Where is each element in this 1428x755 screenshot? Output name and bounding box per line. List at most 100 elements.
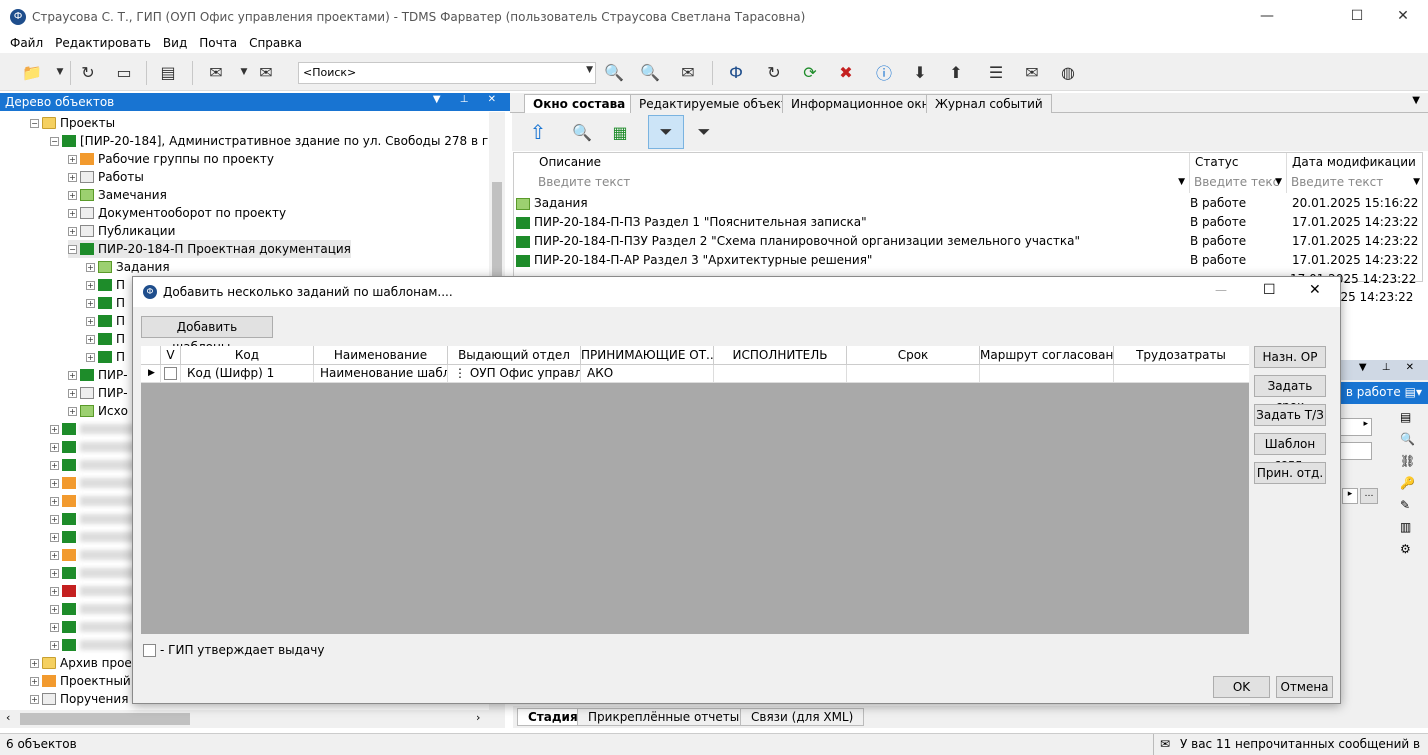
cell-receiving-depts[interactable]: АКО <box>581 365 714 383</box>
chat-icon[interactable]: ☰ <box>984 61 1008 83</box>
cell-issuing-dept[interactable]: ⋮ ОУП Офис управле <box>448 365 581 383</box>
ok-button[interactable]: OK <box>1213 676 1270 698</box>
set-labor-button[interactable]: Задать Т/З <box>1254 404 1326 426</box>
tree-item[interactable]: + <box>50 618 140 636</box>
tree-item-publications[interactable]: + Публикации <box>68 222 175 240</box>
menu-edit[interactable]: Редактировать <box>49 36 157 50</box>
tab-xml-links[interactable]: Связи (для XML) <box>740 708 865 726</box>
tree-item[interactable]: + П <box>86 348 125 366</box>
combo-field[interactable]: ▸ <box>1338 418 1372 436</box>
tree-item-work-groups[interactable]: + Рабочие группы по проекту <box>68 150 274 168</box>
book-icon[interactable]: ▥ <box>1400 520 1411 534</box>
column-approval-route[interactable]: Маршрут согласован... <box>980 346 1114 365</box>
tree-item[interactable]: + ПИР- <box>68 366 128 384</box>
refresh-icon[interactable]: ↻ <box>76 61 100 83</box>
tree-item[interactable]: + <box>50 492 140 510</box>
search-icon[interactable]: 🔍 <box>1400 432 1415 446</box>
tree-horizontal-scrollbar[interactable]: ‹ › <box>0 710 505 728</box>
find-tree-icon[interactable]: 🔍 <box>570 121 594 143</box>
tree-item-project[interactable]: − [ПИР-20-184], Административное здание п… <box>50 132 505 150</box>
tree-item-project-docs[interactable]: − ПИР-20-184-П Проектная документация <box>68 240 351 258</box>
cell-name[interactable]: Наименование шаблс <box>314 365 448 383</box>
tree-item[interactable]: + <box>50 582 140 600</box>
tree-item-project-x[interactable]: + Проектный <box>30 672 131 690</box>
chevron-down-icon[interactable]: ▼ <box>48 61 72 83</box>
cell-deadline[interactable] <box>847 365 980 383</box>
table-row[interactable]: ПИР-20-184-П-АР Раздел 3 "Архитектурные … <box>516 253 1418 272</box>
tree-item-projects[interactable]: − Проекты <box>30 114 115 132</box>
tree-item-remarks[interactable]: + Замечания <box>68 186 167 204</box>
column-v[interactable]: V <box>161 346 181 365</box>
link-icon[interactable]: ⛓ <box>1400 454 1415 468</box>
tree-item[interactable]: + <box>50 636 140 654</box>
column-labor[interactable]: Трудозатраты <box>1114 346 1248 365</box>
tree-item[interactable]: + Исхо <box>68 402 128 420</box>
search-input[interactable]: <Поиск> ▼ <box>298 62 596 84</box>
new-object-icon[interactable]: 📁 <box>20 61 44 83</box>
properties-icon[interactable]: ▤ <box>156 61 180 83</box>
column-executor[interactable]: ИСПОЛНИТЕЛЬ <box>714 346 847 365</box>
filter-settings-icon[interactable]: ⏷ <box>692 121 716 143</box>
tree-item-archive[interactable]: + Архив проек <box>30 654 139 672</box>
unread-messages[interactable]: У вас 11 непрочитанных сообщений в пап <box>1180 737 1428 755</box>
column-status[interactable]: Статус Введите текс ▼ <box>1190 153 1287 193</box>
menu-mail[interactable]: Почта <box>193 36 243 50</box>
table-row[interactable]: ПИР-20-184-П-ПЗУ Раздел 2 "Схема планиро… <box>516 234 1418 253</box>
filter-icon[interactable]: ⏷ <box>648 115 684 149</box>
send-mail-icon[interactable]: ✉ <box>254 61 278 83</box>
tree-item[interactable]: + <box>50 474 140 492</box>
reload-icon[interactable]: ↻ <box>762 61 786 83</box>
window-icon[interactable]: ▭ <box>112 61 136 83</box>
search-user-icon[interactable]: 🔍 <box>638 61 662 83</box>
bookmark-down-icon[interactable]: ⬇ <box>908 61 932 83</box>
close-button[interactable]: ✕ <box>1380 0 1426 33</box>
add-templates-button[interactable]: Добавить шаблоны... <box>141 316 273 354</box>
tree-item-orders[interactable]: + Поручения <box>30 690 128 708</box>
tab-event-log[interactable]: Журнал событий <box>926 94 1052 113</box>
tree-item[interactable]: + <box>50 510 140 528</box>
column-code[interactable]: Код <box>181 346 314 365</box>
tree-item[interactable]: + <box>50 546 140 564</box>
nav-button[interactable]: ▸ <box>1342 488 1358 504</box>
assign-or-button[interactable]: Назн. ОР <box>1254 346 1326 368</box>
column-description[interactable]: Описание Введите текст ▼ <box>534 153 1190 193</box>
excel-export-icon[interactable]: ▦ <box>608 121 632 143</box>
column-deadline[interactable]: Срок <box>847 346 980 365</box>
inbox-icon[interactable]: ✉ <box>1020 61 1044 83</box>
search-folder-icon[interactable]: 🔍 <box>602 61 626 83</box>
bookmark-up-icon[interactable]: ⬆ <box>944 61 968 83</box>
maximize-button[interactable]: ☐ <box>1334 0 1380 33</box>
tree-item[interactable]: + ПИР- <box>68 384 128 402</box>
receiving-dept-button[interactable]: Прин. отд. <box>1254 462 1326 484</box>
menu-file[interactable]: Файл <box>4 36 49 50</box>
tree-item[interactable]: + П <box>86 312 125 330</box>
up-arrow-icon[interactable]: ⇧ <box>526 120 550 144</box>
set-deadline-button[interactable]: Задать срок <box>1254 375 1326 413</box>
tab-edited-objects[interactable]: Редактируемые объекты <box>630 94 807 113</box>
cell-code[interactable]: Код (Шифр) 1 <box>181 365 314 383</box>
tree-item[interactable]: + <box>50 456 140 474</box>
menu-view[interactable]: Вид <box>157 36 193 50</box>
text-field[interactable] <box>1338 442 1372 460</box>
disconnect-icon[interactable]: ✖ <box>834 61 858 83</box>
menu-help[interactable]: Справка <box>243 36 308 50</box>
tree-item[interactable]: + П <box>86 294 125 312</box>
column-receiving-depts[interactable]: ПРИНИМАЮЩИЕ ОТ... <box>581 346 714 365</box>
chevron-down-icon[interactable]: ▼ <box>586 65 593 75</box>
tree-item-tasks[interactable]: + Задания <box>86 258 170 276</box>
write-mail-icon[interactable]: ✉ <box>204 61 228 83</box>
column-issuing-dept[interactable]: Выдающий отдел <box>448 346 581 365</box>
info-icon[interactable]: ⓘ <box>872 61 896 83</box>
tree-item[interactable]: + П <box>86 276 125 294</box>
cell-executor[interactable] <box>714 365 847 383</box>
list-icon[interactable]: ▤ <box>1400 410 1411 424</box>
tab-reports[interactable]: Прикреплённые отчеты <box>577 708 751 726</box>
cell-labor[interactable] <box>1114 365 1249 383</box>
tab-info-window[interactable]: Информационное окно <box>782 94 946 113</box>
table-row[interactable]: Задания В работе 20.01.2025 15:16:22 <box>516 196 1418 215</box>
tree-item[interactable]: + <box>50 600 140 618</box>
minimize-button[interactable]: — <box>1244 0 1290 33</box>
globe-icon[interactable]: ◍ <box>1056 61 1080 83</box>
description-filter-input[interactable]: Введите текст <box>538 175 630 189</box>
sync-users-icon[interactable]: ⟳ <box>798 61 822 83</box>
